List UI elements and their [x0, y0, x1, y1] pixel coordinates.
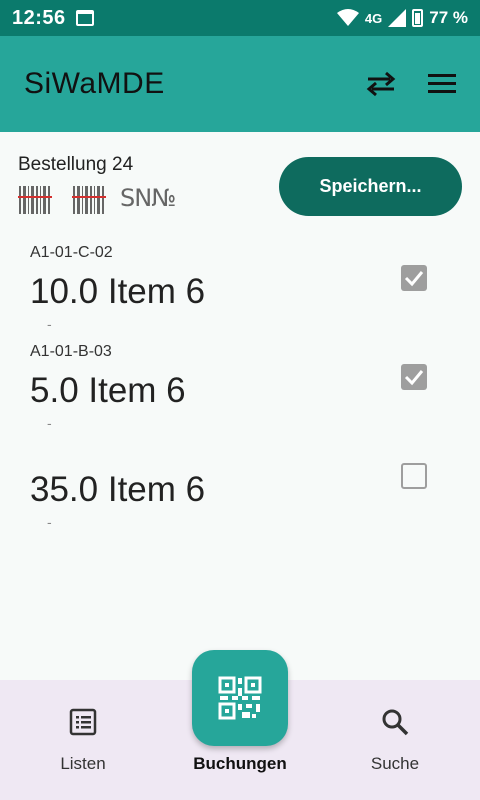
list-item[interactable]: A1-01-C-02 10.0 Item 6 - — [0, 238, 480, 337]
item-location: A1-01-C-02 — [30, 244, 113, 261]
item-text: 10.0 Item 6 — [30, 272, 206, 311]
item-list: A1-01-C-02 10.0 Item 6 - A1-01-B-03 5.0 … — [0, 238, 480, 535]
item-subtext: - — [47, 415, 52, 431]
status-time: 12:56 — [12, 6, 66, 29]
nav-search-label: Suche — [370, 754, 420, 773]
item-subtext: - — [47, 514, 52, 530]
app-title: SiWaMDE — [24, 67, 165, 100]
list-icon — [69, 708, 97, 736]
nav-lists-label: Listen — [60, 754, 106, 773]
swap-icon[interactable] — [366, 71, 396, 97]
network-type: 4G — [364, 10, 383, 26]
app-bar: SiWaMDE — [0, 36, 480, 132]
order-title: Bestellung 24 — [18, 154, 134, 175]
item-text: 5.0 Item 6 — [30, 371, 186, 410]
serial-number-icon[interactable]: SN№ — [120, 184, 176, 212]
battery-icon — [412, 9, 424, 27]
calendar-icon — [75, 10, 94, 26]
status-icons: 4G 77 % — [336, 8, 468, 28]
item-subtext: - — [47, 316, 52, 332]
save-button[interactable]: Speichern... — [279, 157, 462, 216]
wifi-icon — [336, 9, 359, 26]
barcode-scan-icon-2[interactable] — [72, 184, 106, 221]
nav-search[interactable]: Suche — [315, 680, 475, 800]
search-icon — [381, 708, 409, 736]
signal-icon — [388, 9, 407, 27]
nav-lists[interactable]: Listen — [3, 680, 163, 800]
list-item[interactable]: 35.0 Item 6 - — [0, 436, 480, 535]
menu-icon[interactable] — [428, 73, 456, 95]
item-checkbox[interactable] — [401, 463, 427, 489]
qr-code-icon — [218, 676, 262, 720]
item-checkbox[interactable] — [401, 265, 427, 291]
list-item[interactable]: A1-01-B-03 5.0 Item 6 - — [0, 337, 480, 436]
qr-scan-button[interactable] — [192, 650, 288, 746]
item-text: 35.0 Item 6 — [30, 470, 206, 509]
item-checkbox[interactable] — [401, 364, 427, 390]
status-bar: 12:56 4G 77 % — [0, 0, 480, 36]
scan-icons: SN№ — [18, 184, 176, 221]
battery-level: 77 % — [429, 8, 468, 27]
item-location: A1-01-B-03 — [30, 343, 112, 360]
barcode-scan-icon[interactable] — [18, 184, 52, 221]
nav-bookings-label: Buchungen — [193, 754, 287, 773]
